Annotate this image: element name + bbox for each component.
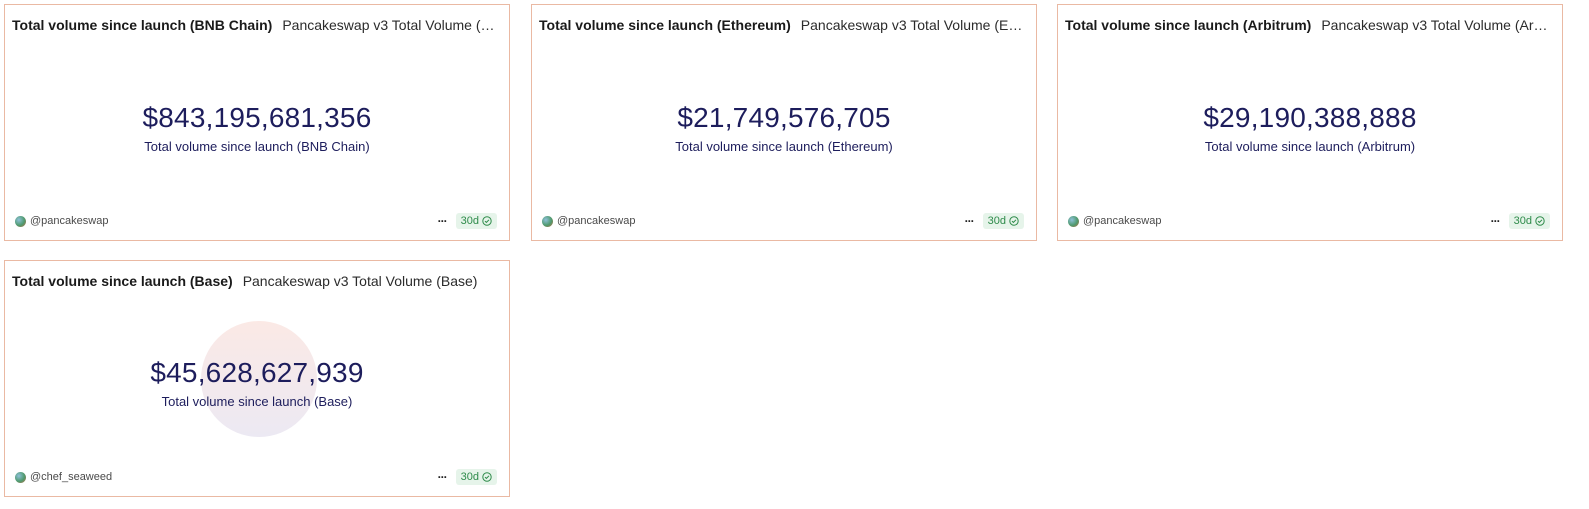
card-title[interactable]: Total volume since launch (Ethereum) [539, 17, 791, 33]
card-footer: @pancakeswap ··· 30d [15, 212, 497, 230]
counter-value: $45,628,627,939 [150, 357, 364, 388]
more-options-button[interactable]: ··· [1491, 215, 1501, 227]
author-link[interactable]: @pancakeswap [1083, 215, 1161, 227]
refresh-badge-label: 30d [1513, 215, 1532, 227]
refresh-badge[interactable]: 30d [982, 213, 1024, 229]
counter-label: Total volume since launch (BNB Chain) [144, 139, 370, 154]
refresh-badge-label: 30d [987, 215, 1006, 227]
check-circle-icon [482, 472, 492, 482]
author-avatar[interactable] [15, 215, 26, 227]
author-link[interactable]: @pancakeswap [30, 215, 108, 227]
counter-value: $29,190,388,888 [1203, 102, 1417, 133]
card-subtitle[interactable]: Pancakeswap v3 Total Volume (Base) [243, 273, 478, 289]
refresh-badge-label: 30d [460, 471, 479, 483]
card-header: Total volume since launch (Base) Pancake… [12, 273, 497, 289]
card-header: Total volume since launch (BNB Chain) Pa… [12, 17, 497, 33]
more-options-button[interactable]: ··· [438, 471, 448, 483]
card-footer: @chef_seaweed ··· 30d [15, 468, 497, 486]
card-header: Total volume since launch (Ethereum) Pan… [539, 17, 1024, 33]
author-link[interactable]: @pancakeswap [557, 215, 635, 227]
refresh-badge[interactable]: 30d [1508, 213, 1550, 229]
card-title[interactable]: Total volume since launch (BNB Chain) [12, 17, 272, 33]
counter-card-ethereum: Total volume since launch (Ethereum) Pan… [531, 4, 1037, 241]
card-subtitle[interactable]: Pancakeswap v3 Total Volume (Arbitr… [1321, 17, 1550, 33]
card-footer: @pancakeswap ··· 30d [1068, 212, 1550, 230]
card-body: $45,628,627,939 Total volume since launc… [5, 356, 509, 409]
counter-label: Total volume since launch (Ethereum) [675, 139, 893, 154]
card-title[interactable]: Total volume since launch (Arbitrum) [1065, 17, 1311, 33]
counter-card-base: Total volume since launch (Base) Pancake… [4, 260, 510, 497]
card-subtitle[interactable]: Pancakeswap v3 Total Volume (BN… [282, 17, 497, 33]
counter-value: $21,749,576,705 [677, 102, 891, 133]
counter-card-arbitrum: Total volume since launch (Arbitrum) Pan… [1057, 4, 1563, 241]
counter-value: $843,195,681,356 [142, 102, 372, 133]
refresh-badge-label: 30d [460, 215, 479, 227]
card-body: $843,195,681,356 Total volume since laun… [5, 101, 509, 154]
counter-label: Total volume since launch (Base) [161, 394, 353, 409]
refresh-badge[interactable]: 30d [455, 213, 497, 229]
card-header: Total volume since launch (Arbitrum) Pan… [1065, 17, 1550, 33]
check-circle-icon [1535, 216, 1545, 226]
more-options-button[interactable]: ··· [438, 215, 448, 227]
counter-label: Total volume since launch (Arbitrum) [1204, 139, 1416, 154]
card-title[interactable]: Total volume since launch (Base) [12, 273, 233, 289]
refresh-badge[interactable]: 30d [455, 469, 497, 485]
card-body: $21,749,576,705 Total volume since launc… [532, 101, 1036, 154]
author-avatar[interactable] [1068, 215, 1079, 227]
card-body: $29,190,388,888 Total volume since launc… [1058, 101, 1562, 154]
card-footer: @pancakeswap ··· 30d [542, 212, 1024, 230]
check-circle-icon [1009, 216, 1019, 226]
counter-card-bnb: Total volume since launch (BNB Chain) Pa… [4, 4, 510, 241]
check-circle-icon [482, 216, 492, 226]
more-options-button[interactable]: ··· [965, 215, 975, 227]
author-link[interactable]: @chef_seaweed [30, 471, 112, 483]
author-avatar[interactable] [15, 471, 26, 483]
author-avatar[interactable] [542, 215, 553, 227]
card-subtitle[interactable]: Pancakeswap v3 Total Volume (Ethe… [801, 17, 1024, 33]
